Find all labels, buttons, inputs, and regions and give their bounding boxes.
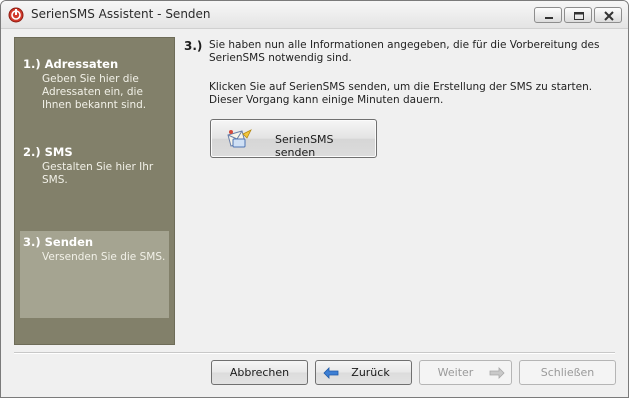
next-button[interactable]: Weiter [419,360,512,385]
step-description: Gestalten Sie hier Ihr SMS. [42,161,154,186]
window-title: SerienSMS Assistent - Senden [31,7,211,21]
step-title: 1.) Adressaten [23,57,119,71]
maximize-icon [574,12,584,20]
back-button[interactable]: Zurück [315,360,412,385]
arrow-right-icon [489,367,505,379]
send-sms-icon [227,129,252,148]
instruction-text: Klicken Sie auf SerienSMS senden, um die… [209,81,593,106]
step-description: Geben Sie hier die Adressaten ein, die I… [42,73,147,111]
close-button[interactable]: Schließen [519,360,616,385]
cancel-label: Abbrechen [229,366,290,379]
send-sms-label: SerienSMS senden [275,133,334,159]
minimize-icon [545,17,553,19]
step-title: 2.) SMS [23,145,73,159]
close-icon [604,11,614,21]
step-description: Versenden Sie die SMS. [42,251,166,263]
title-bar: SerienSMS Assistent - Senden [1,1,628,29]
maximize-button[interactable] [564,7,592,23]
close-window-button[interactable] [594,7,622,23]
step-title: 3.) Senden [23,235,94,249]
send-sms-button[interactable]: SerienSMS senden [210,119,377,159]
wizard-steps-sidebar: 1.) Adressaten Geben Sie hier die Adress… [14,37,175,345]
footer-separator [14,352,615,354]
step-number: 3.) [184,39,203,53]
next-label: Weiter [437,366,474,379]
minimize-button[interactable] [534,7,562,23]
back-label: Zurück [351,366,390,379]
close-label: Schließen [540,366,595,379]
cancel-button[interactable]: Abbrechen [211,360,308,385]
wizard-window: SerienSMS Assistent - Senden 1.) Adressa… [0,0,629,398]
app-icon [8,7,24,23]
intro-text: Sie haben nun alle Informationen angegeb… [209,39,600,64]
